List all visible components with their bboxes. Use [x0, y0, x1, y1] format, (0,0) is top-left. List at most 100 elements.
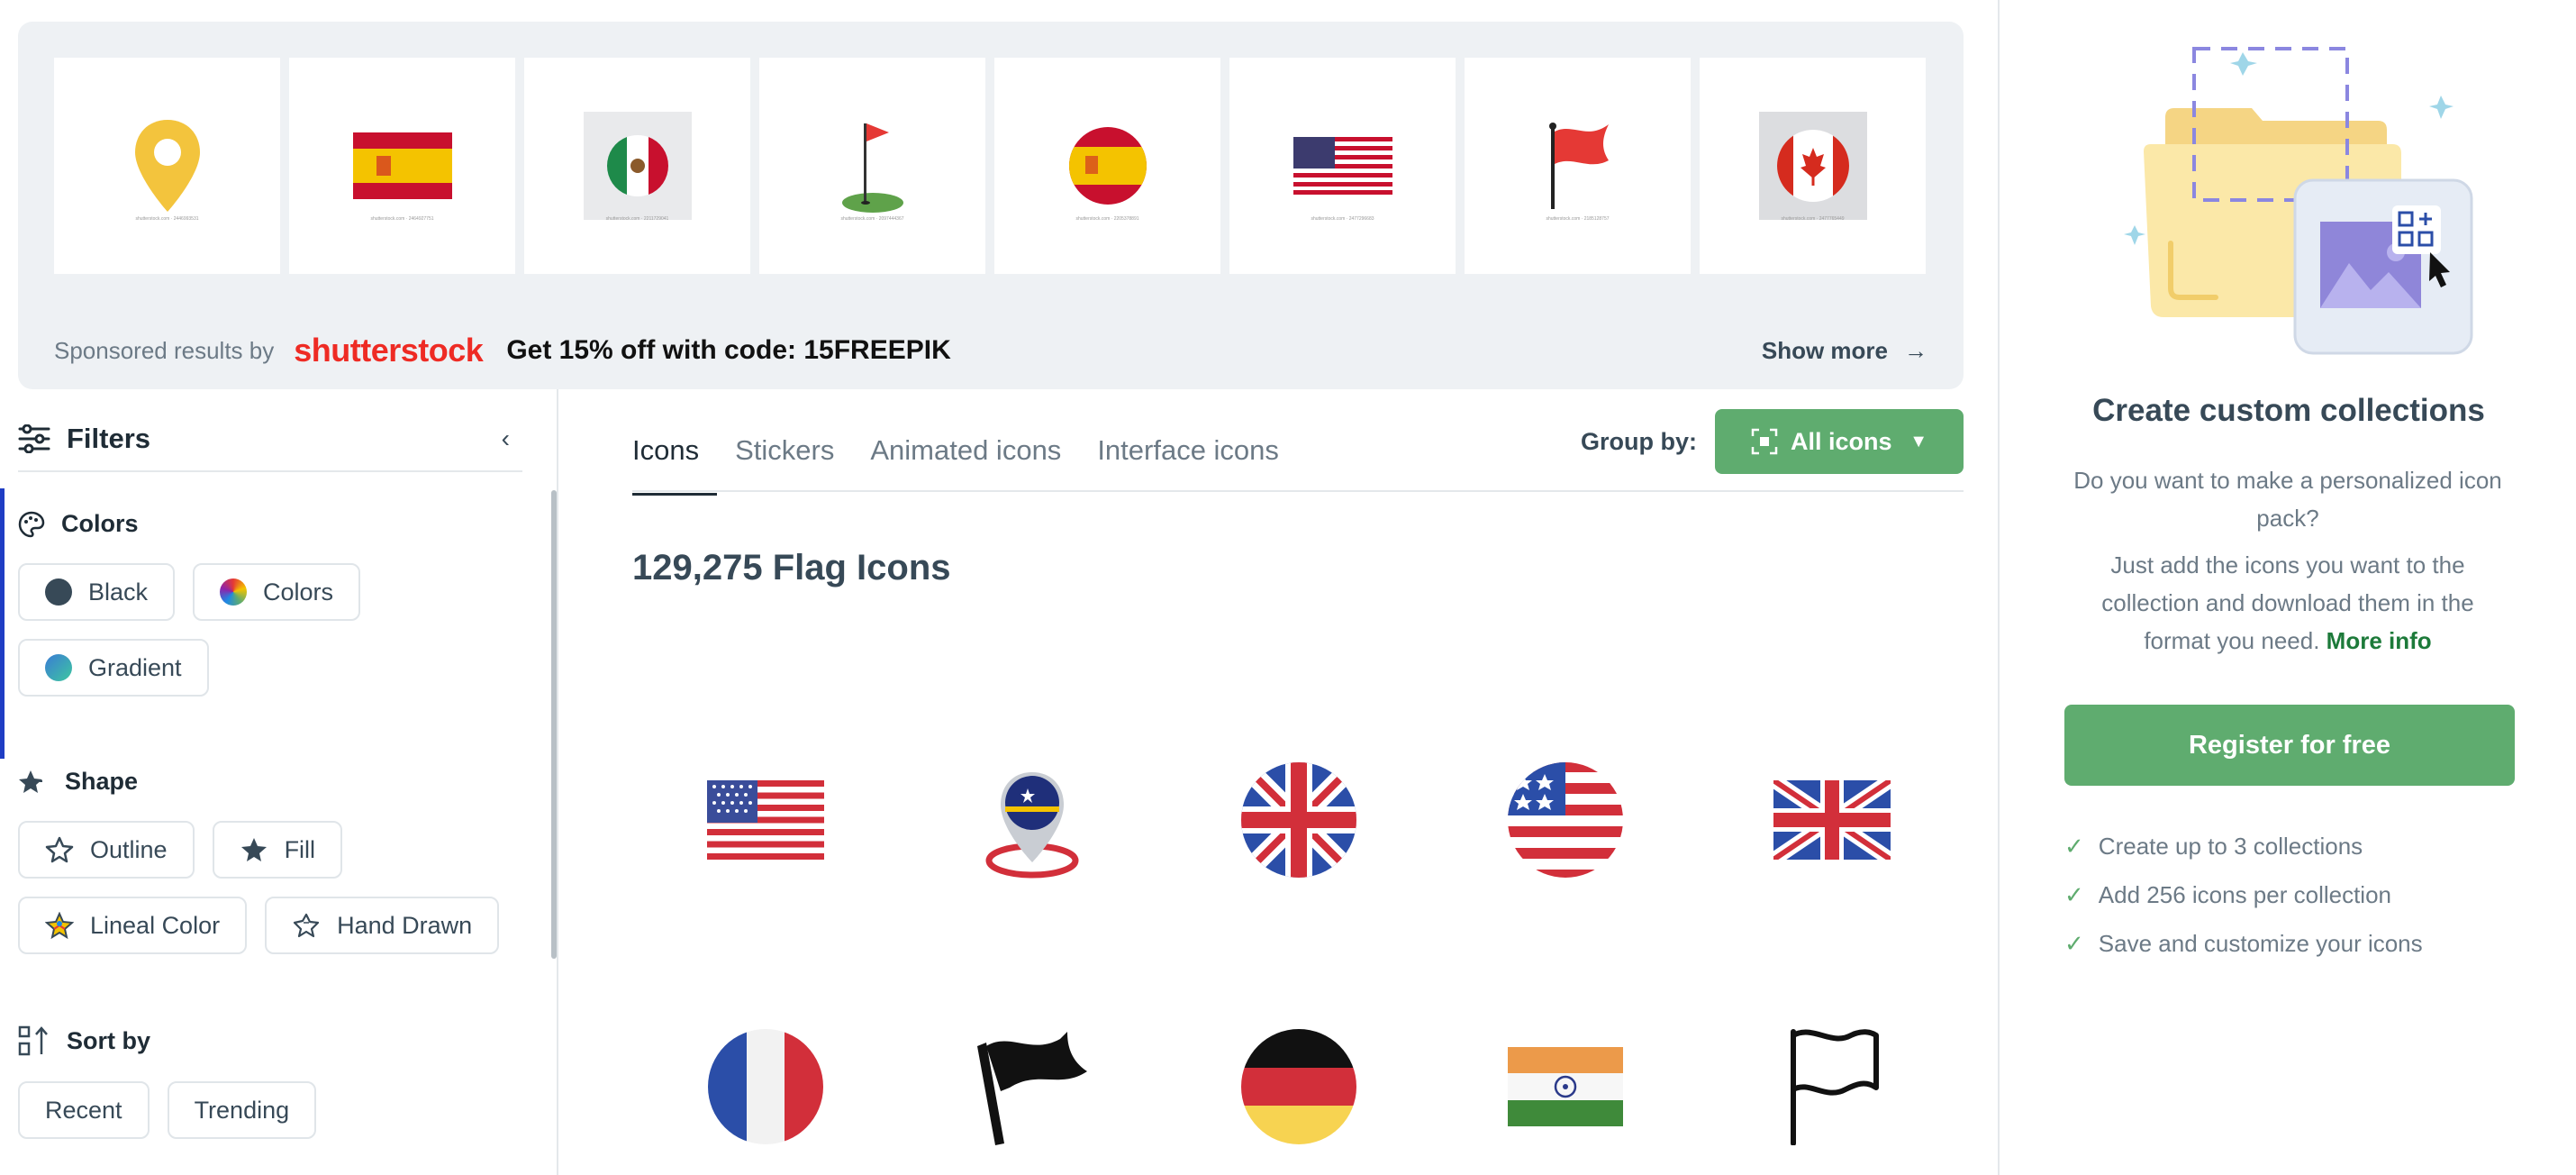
page: shutterstock.com · 2446993531 shuttersto…	[0, 0, 2576, 1175]
icon-card[interactable]	[1699, 687, 1965, 953]
star-hand-drawn-icon	[293, 913, 320, 938]
star-outline-icon	[45, 836, 74, 863]
usa-flag-icon	[707, 780, 824, 860]
star-fill-icon	[240, 838, 267, 861]
shutterstock-logo[interactable]: shutterstock	[294, 332, 484, 369]
multicolor-swatch-icon	[220, 578, 248, 606]
filter-shape-outline[interactable]: Outline	[18, 821, 195, 879]
tabs-divider	[632, 490, 1964, 492]
collections-description: Do you want to make a personalized icon …	[2072, 461, 2504, 669]
group-by-dropdown[interactable]: All icons ▼	[1715, 409, 1964, 474]
filters-scrollbar[interactable]	[551, 490, 557, 959]
chip-label: Lineal Color	[90, 911, 221, 939]
sponsored-thumb[interactable]: shutterstock.com · 2185128757	[1465, 58, 1691, 274]
icon-card[interactable]	[1166, 687, 1432, 953]
tab-icons[interactable]: Icons	[632, 407, 718, 496]
icon-card[interactable]	[1432, 953, 1699, 1175]
filters-title: Filters	[67, 423, 151, 454]
tab-stickers[interactable]: Stickers	[735, 407, 834, 494]
promo-code-text: Get 15% off with code: 15FREEPIK	[506, 335, 951, 365]
focus-frame-icon	[1751, 428, 1778, 455]
sliders-icon	[18, 424, 50, 453]
star-shape-icon	[19, 770, 42, 793]
collections-desc-2: Just add the icons you want to the colle…	[2072, 546, 2504, 660]
icon-card[interactable]	[899, 953, 1166, 1175]
icon-card[interactable]	[1699, 953, 1965, 1175]
benefit-text: Create up to 3 collections	[2098, 832, 2363, 860]
tab-animated-icons[interactable]: Animated icons	[870, 407, 1061, 494]
sponsored-thumbnails: shutterstock.com · 2446993531 shuttersto…	[54, 58, 1926, 274]
icon-card[interactable]	[1166, 953, 1432, 1175]
black-flag-icon	[977, 1032, 1087, 1145]
show-more-link[interactable]: Show more →	[1762, 337, 1927, 365]
black-swatch-icon	[45, 578, 72, 606]
tab-interface-icons[interactable]: Interface icons	[1097, 407, 1279, 494]
red-flag-icon	[1548, 123, 1609, 209]
more-info-link[interactable]: More info	[2327, 627, 2432, 654]
palette-icon	[18, 511, 45, 537]
filter-shape-fill[interactable]: Fill	[212, 821, 343, 879]
sponsored-thumb[interactable]: shutterstock.com · 2097444367	[759, 58, 985, 274]
star-lineal-color-icon	[45, 912, 74, 939]
results-title: 129,275 Flag Icons	[632, 548, 951, 588]
benefits-list: ✓ Create up to 3 collections ✓ Add 256 ico…	[2064, 822, 2423, 968]
sponsored-thumb[interactable]: shutterstock.com · 2477296683	[1229, 58, 1456, 274]
collections-illustration-icon	[2124, 47, 2473, 355]
spain-flag-icon	[352, 132, 452, 199]
collapse-filters-button[interactable]: ‹	[502, 424, 510, 453]
filter-color-black[interactable]: Black	[18, 563, 176, 621]
filters-sidebar: Filters ‹ Colors Black Colors Gradient S…	[0, 389, 558, 1175]
india-flag-icon	[1508, 1047, 1623, 1126]
sort-recent-button[interactable]: Recent	[18, 1081, 150, 1139]
check-icon: ✓	[2064, 832, 2084, 860]
chip-label: Hand Drawn	[337, 911, 473, 939]
sort-trending-button[interactable]: Trending	[167, 1081, 317, 1139]
colors-section: Colors Black Colors Gradient	[18, 510, 540, 697]
collections-title: Create custom collections	[2092, 393, 2485, 428]
register-button[interactable]: Register for free	[2064, 705, 2515, 786]
usa-flag-icon	[1293, 137, 1392, 195]
usa-round-flag-icon	[1508, 762, 1623, 878]
filter-shape-hand-drawn[interactable]: Hand Drawn	[265, 897, 500, 954]
filters-header: Filters ‹	[18, 416, 522, 472]
sponsored-thumb[interactable]: shutterstock.com · 2446993531	[54, 58, 280, 274]
sponsored-thumb[interactable]: shutterstock.com · 2211729041	[524, 58, 750, 274]
sponsored-thumb[interactable]: shutterstock.com · 2464927751	[289, 58, 515, 274]
chip-label: Outline	[90, 835, 168, 863]
chip-label: Colors	[263, 578, 334, 606]
group-by-control: Group by: All icons ▼	[1581, 409, 1964, 474]
group-by-value: All icons	[1791, 427, 1892, 455]
chip-label: Black	[88, 578, 149, 606]
check-icon: ✓	[2064, 929, 2084, 957]
icon-grid	[632, 687, 1965, 1175]
list-item: ✓ Create up to 3 collections	[2064, 822, 2423, 870]
icon-card[interactable]	[632, 687, 899, 953]
france-round-flag-icon	[708, 1029, 823, 1144]
location-pin-icon	[134, 120, 200, 212]
list-item: ✓ Save and customize your icons	[2064, 919, 2423, 968]
filter-color-colors[interactable]: Colors	[193, 563, 361, 621]
chip-label: Trending	[194, 1096, 290, 1124]
chip-label: Gradient	[88, 653, 182, 681]
list-item: ✓ Add 256 icons per collection	[2064, 870, 2423, 919]
sponsored-thumb[interactable]: shutterstock.com · 2477765449	[1700, 58, 1926, 274]
filter-color-gradient[interactable]: Gradient	[18, 639, 209, 697]
sponsored-thumb[interactable]: shutterstock.com · 2205378891	[994, 58, 1220, 274]
icon-card[interactable]	[899, 687, 1166, 953]
asset-type-tabs: Icons Stickers Animated icons Interface …	[632, 407, 1279, 496]
filter-shape-lineal-color[interactable]: Lineal Color	[18, 897, 248, 954]
sort-icon	[18, 1025, 48, 1056]
canada-round-flag-icon	[1758, 112, 1867, 220]
chip-label: Recent	[45, 1096, 122, 1124]
icon-card[interactable]	[632, 953, 899, 1175]
mexico-flag-icon	[583, 112, 692, 220]
caret-down-icon: ▼	[1909, 431, 1927, 451]
germany-round-flag-icon	[1241, 1029, 1356, 1144]
collections-panel: Create custom collections Do you want to…	[1998, 0, 2576, 1175]
colors-title: Colors	[61, 510, 139, 537]
benefit-text: Add 256 icons per collection	[2098, 880, 2391, 908]
sort-title: Sort by	[67, 1026, 151, 1054]
arrow-right-icon: →	[1904, 336, 1927, 364]
icon-card[interactable]	[1432, 687, 1699, 953]
shape-section: Shape Outline Fill Lineal Color Hand Dra…	[18, 768, 540, 954]
